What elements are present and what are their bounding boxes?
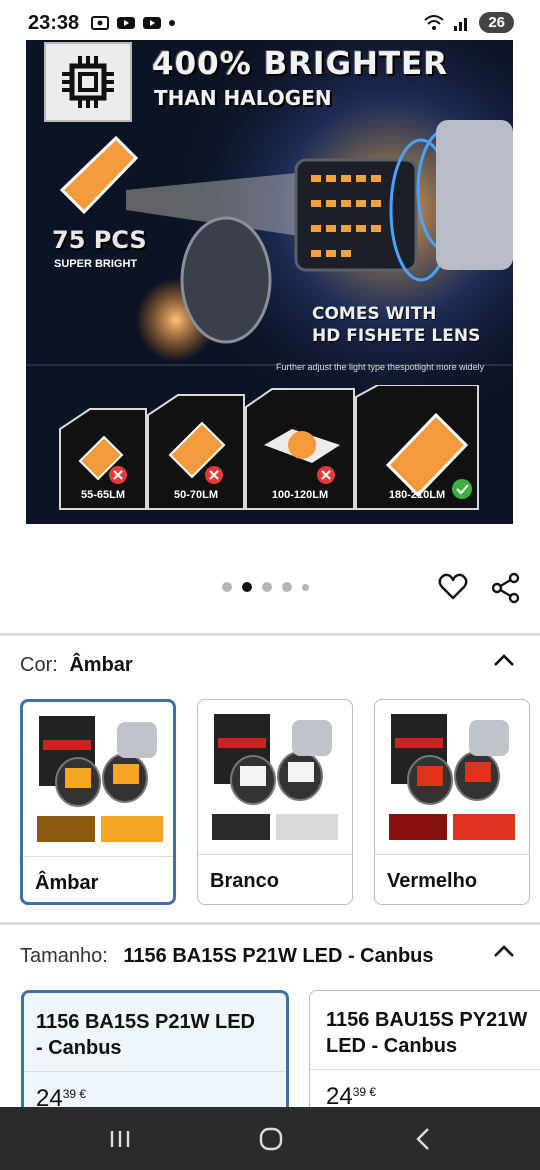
chip-logo xyxy=(44,42,132,122)
screen-record-icon xyxy=(91,16,109,30)
color-option-thumbnail xyxy=(37,716,163,842)
youtube-icon xyxy=(117,17,135,29)
dot-icon xyxy=(169,20,175,26)
swatch-divider xyxy=(23,856,173,857)
section-divider xyxy=(0,922,540,925)
heart-icon[interactable] xyxy=(438,572,468,602)
size-option-line2: - Canbus xyxy=(36,1037,122,1059)
chevron-up-icon[interactable] xyxy=(493,653,515,667)
size-option-line2: LED - Canbus xyxy=(326,1035,458,1057)
carousel-dot[interactable] xyxy=(262,582,272,592)
swatch-divider xyxy=(198,854,352,855)
size-option-divider xyxy=(24,1071,286,1072)
wifi-icon xyxy=(424,14,444,30)
size-option-divider xyxy=(310,1069,540,1070)
back-icon[interactable] xyxy=(410,1125,438,1153)
carousel-dot[interactable] xyxy=(302,583,309,591)
carousel-dot-active[interactable] xyxy=(242,582,252,592)
color-option-vermelho[interactable]: Vermelho xyxy=(374,699,530,905)
size-option-title: 1156 BAU15S PY21W LED - Canbus xyxy=(326,1007,527,1059)
hero-subheadline: THAN HALOGEN xyxy=(154,86,332,110)
color-option-thumbnail xyxy=(389,714,515,840)
carousel-indicator xyxy=(222,582,309,592)
color-option-thumbnail xyxy=(212,714,338,840)
color-option-label: Branco xyxy=(210,870,279,892)
color-header[interactable]: Cor: Âmbar xyxy=(20,654,133,677)
carousel-dot[interactable] xyxy=(282,582,292,592)
color-option-label: Vermelho xyxy=(387,870,478,892)
price-currency: € xyxy=(79,1087,87,1101)
hero-lens-line2: HD FISHETE LENS xyxy=(312,326,481,346)
price-fraction: 39 xyxy=(62,1087,77,1101)
size-option-line1: 1156 BA15S P21W LED xyxy=(36,1011,255,1033)
size-option-line1: 1156 BAU15S PY21W xyxy=(326,1009,528,1031)
size-option-title: 1156 BA15S P21W LED - Canbus xyxy=(36,1009,255,1061)
carousel-dot[interactable] xyxy=(222,582,232,592)
brightness-tiers: 55-65LM 50-70LM 100-120LM 180-210LM xyxy=(58,385,488,511)
chevron-up-icon[interactable] xyxy=(493,944,515,958)
price-fraction: 39 xyxy=(352,1085,367,1099)
hero-headline: 400% BRIGHTER xyxy=(152,46,449,82)
system-nav-bar xyxy=(0,1107,540,1170)
recent-apps-icon[interactable] xyxy=(106,1125,134,1153)
size-label: Tamanho: xyxy=(20,945,108,967)
hero-note: Further adjust the light type thespotlig… xyxy=(276,362,485,372)
status-notification-icons xyxy=(90,14,176,32)
product-image[interactable]: 400% BRIGHTER THAN HALOGEN 75 PCS SUPER … xyxy=(26,40,513,524)
price-currency: € xyxy=(369,1085,377,1099)
color-option-branco[interactable]: Branco xyxy=(197,699,353,905)
hero-pcs: 75 PCS xyxy=(52,226,147,254)
color-selected-value: Âmbar xyxy=(69,654,133,676)
tier-label-4: 180-210LM xyxy=(388,489,446,501)
share-icon[interactable] xyxy=(490,572,522,604)
color-option-ambar[interactable]: Âmbar xyxy=(20,699,176,905)
section-divider xyxy=(0,633,540,636)
hero-lens-line1: COMES WITH xyxy=(312,304,437,324)
tier-label-3: 100-120LM xyxy=(271,489,329,501)
color-label: Cor: xyxy=(20,654,58,676)
swatch-divider xyxy=(375,854,529,855)
signal-icon xyxy=(454,17,468,31)
hero-pcs-sub: SUPER BRIGHT xyxy=(54,258,138,270)
home-icon[interactable] xyxy=(257,1125,285,1153)
size-header[interactable]: Tamanho: 1156 BA15S P21W LED - Canbus xyxy=(20,945,434,968)
tier-label-2: 50-70LM xyxy=(173,489,219,501)
color-option-label: Âmbar xyxy=(35,872,99,894)
price-whole: 24 xyxy=(326,1083,353,1110)
size-selected-value: 1156 BA15S P21W LED - Canbus xyxy=(123,945,434,967)
tier-label-1: 55-65LM xyxy=(80,489,126,501)
chip-icon xyxy=(62,56,114,108)
youtube-icon xyxy=(143,17,161,29)
battery-level: 26 xyxy=(479,12,514,33)
status-time: 23:38 xyxy=(28,12,80,34)
